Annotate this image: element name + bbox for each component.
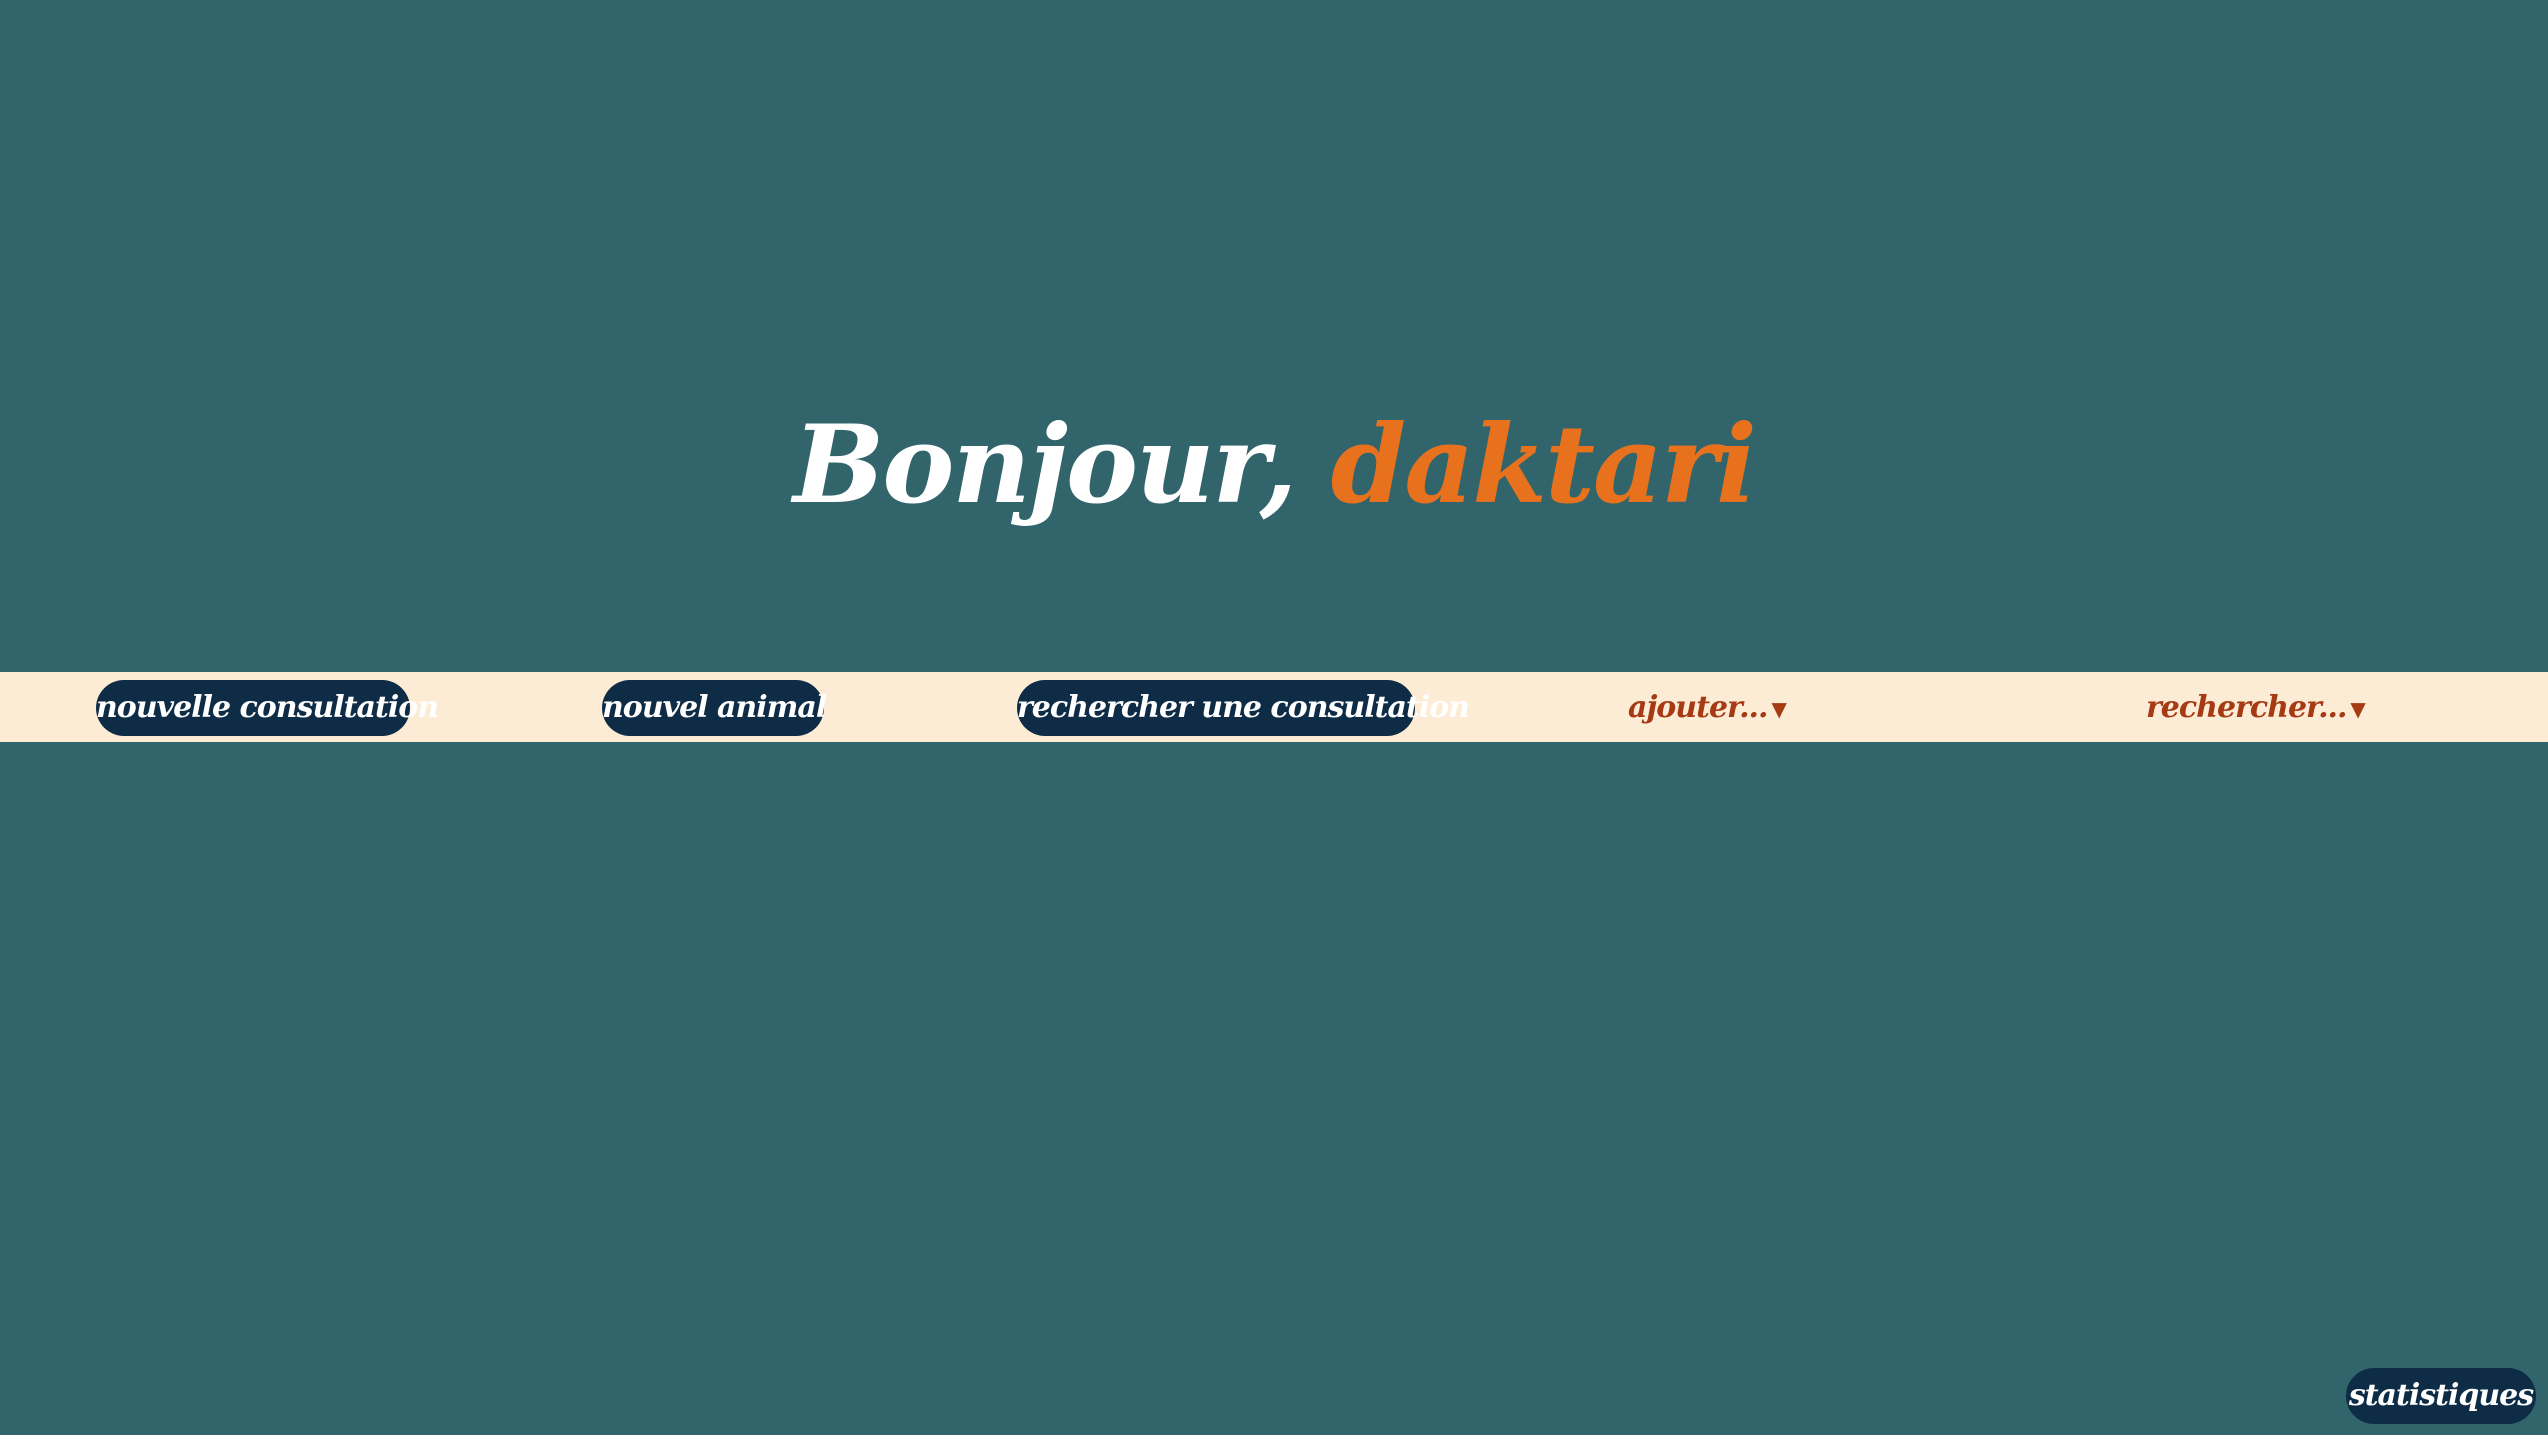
search-consultation-button[interactable]: rechercher une consultation [1017,680,1470,736]
search-dropdown-label: rechercher... [2146,690,2347,725]
greeting-prefix: Bonjour, [793,402,1297,529]
new-animal-button[interactable]: nouvel animal [602,680,827,736]
action-toolbar: nouvelle consultation nouvel animal rech… [0,672,2548,742]
caret-down-icon: ▼ [2350,697,2365,721]
greeting-heading: Bonjour, daktari [0,390,2548,540]
caret-down-icon: ▼ [1771,697,1786,721]
statistics-button[interactable]: statistiques [2346,1368,2536,1424]
new-consultation-button[interactable]: nouvelle consultation [96,680,439,736]
add-dropdown-label: ajouter... [1628,690,1768,725]
add-dropdown[interactable]: ajouter... ▼ [1628,680,1787,736]
search-dropdown[interactable]: rechercher... ▼ [2146,680,2366,736]
username: daktari [1330,402,1757,529]
